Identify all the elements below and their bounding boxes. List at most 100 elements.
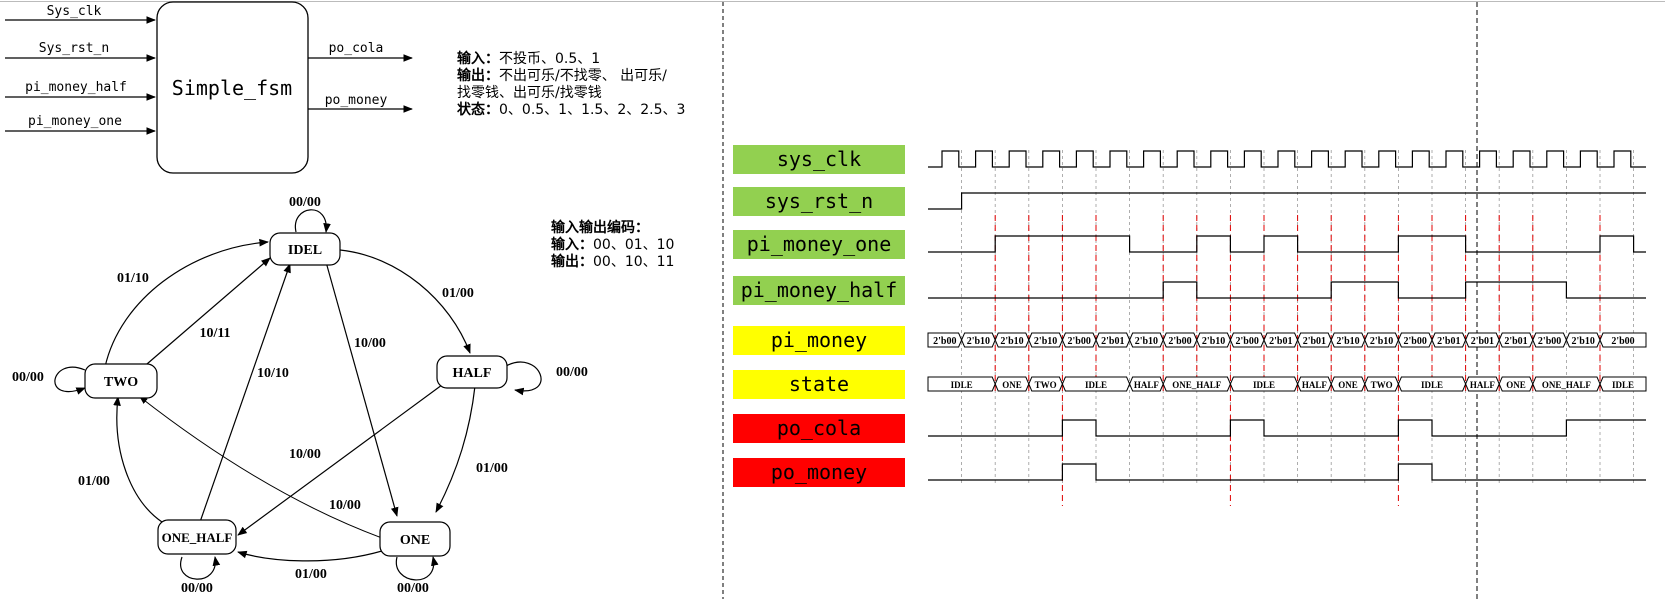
- bus-value-label: 2'b10: [967, 336, 990, 347]
- bus-value-label: 2'b01: [1471, 336, 1494, 347]
- bus-value-label: HALF: [1470, 380, 1496, 390]
- transition-one-half-to-two: [113, 396, 163, 523]
- bus-value-label: ONE_HALF: [1542, 380, 1592, 390]
- transition-label-one-half-idel: 10/10: [257, 366, 289, 381]
- state-label-two: TWO: [104, 375, 138, 390]
- spec-output-text-2: 找零钱、出可乐/找零钱: [457, 85, 602, 101]
- spec-input-text: 不投币、0.5、1: [499, 51, 601, 67]
- self-loop-idel: [294, 209, 331, 233]
- spec-state-text: 0、0.5、1、1.5、2、2.5、3: [499, 102, 686, 118]
- waveform-sys-clk: [928, 150, 1646, 168]
- bus-value-label: 2'b00: [1168, 336, 1191, 347]
- transition-label-one-half-one-half: 00/00: [181, 581, 213, 596]
- bus-value-label: ONE_HALF: [1172, 380, 1222, 390]
- bus-value-label: 2'b10: [1000, 336, 1023, 347]
- spec-output-label: 输出：: [457, 68, 499, 84]
- transition-label-idel-half: 01/00: [442, 286, 474, 301]
- signal-label-pi-money-half: pi_money_half: [741, 278, 898, 302]
- spec-notes: 输入：不投币、0.5、1 输出：不出可乐/不找零、 出可乐/ 找零钱、出可乐/找…: [457, 51, 685, 119]
- output-label-po-money: po_money: [325, 93, 388, 108]
- self-loop-two: [54, 366, 86, 395]
- transition-one-to-one-half: [237, 550, 383, 562]
- bus-value-label: ONE: [1002, 380, 1022, 390]
- input-label-sys-rst-n: Sys_rst_n: [39, 41, 109, 56]
- signal-label-po-cola: po_cola: [777, 416, 861, 440]
- bus-value-label: TWO: [1371, 380, 1393, 390]
- transition-label-two-idel-0110: 01/10: [117, 271, 149, 286]
- bus-value-label: ONE: [1506, 380, 1526, 390]
- transition-label-one-one-half: 01/00: [295, 567, 327, 582]
- bus-value-label: 2'b01: [1504, 336, 1527, 347]
- bus-value-label: 2'b01: [1269, 336, 1292, 347]
- bus-value-label: 2'b00: [1068, 336, 1091, 347]
- transition-idel-to-one: [325, 261, 399, 517]
- state-diagram: IDEL HALF ONE ONE_HALF TWO 00/00 01/00 1…: [12, 195, 588, 596]
- input-label-pi-money-half: pi_money_half: [25, 80, 127, 95]
- transition-label-half-half: 00/00: [556, 365, 588, 380]
- waveform-pi-money-one: [928, 235, 1646, 253]
- transition-label-idel-one: 10/00: [354, 336, 386, 351]
- self-loop-one: [395, 556, 439, 581]
- transition-one-to-two: [139, 396, 383, 539]
- transition-two-to-idel-0110: [104, 238, 269, 368]
- encoding-output-label: 输出：: [551, 254, 593, 270]
- input-label-pi-money-one: pi_money_one: [28, 114, 122, 129]
- spec-state-label: 状态：: [457, 102, 499, 118]
- state-label-half: HALF: [453, 366, 492, 381]
- transition-label-half-one-half: 10/00: [289, 447, 321, 462]
- transition-label-half-one: 01/00: [476, 461, 508, 476]
- bus-value-label: IDLE: [1612, 380, 1634, 390]
- bus-value-label: IDLE: [1253, 380, 1275, 390]
- bus-value-label: 2'b01: [1437, 336, 1460, 347]
- bus-value-label: 2'b10: [1572, 336, 1595, 347]
- bus-value-label: 2'b00: [1236, 336, 1259, 347]
- bus-value-label: HALF: [1302, 380, 1328, 390]
- signal-label-po-money: po_money: [771, 460, 867, 484]
- bus-value-label: 2'b00: [1538, 336, 1561, 347]
- spec-input-label: 输入：: [457, 51, 499, 67]
- transition-half-to-one: [435, 385, 476, 513]
- transition-label-one-half-two: 01/00: [78, 474, 110, 489]
- self-loop-half: [505, 361, 542, 396]
- encoding-input-label: 输入：: [551, 237, 593, 253]
- bus-value-label: IDLE: [951, 380, 973, 390]
- diagram-canvas: Simple_fsm Sys_clk Sys_rst_n pi_money_ha…: [0, 1, 1665, 599]
- transition-label-two-idel-1011: 10/11: [199, 326, 230, 341]
- bus-value-label: 2'b01: [1303, 336, 1326, 347]
- signal-label-sys-rst-n: sys_rst_n: [765, 189, 873, 213]
- transition-label-one-one: 00/00: [397, 581, 429, 596]
- fsm-block-name: Simple_fsm: [172, 76, 292, 100]
- bus-value-label: HALF: [1134, 380, 1160, 390]
- bus-value-label: IDLE: [1421, 380, 1443, 390]
- signal-label-pi-money-one: pi_money_one: [747, 232, 892, 256]
- signal-label-sys-clk: sys_clk: [777, 147, 861, 171]
- transition-two-to-idel-1011: [139, 257, 271, 371]
- output-label-po-cola: po_cola: [329, 41, 384, 56]
- transition-label-idel-idel: 00/00: [289, 195, 321, 210]
- state-label-one-half: ONE_HALF: [162, 530, 233, 545]
- transition-label-two-two: 00/00: [12, 370, 44, 385]
- bus-value-label: 2'b00: [1611, 336, 1634, 347]
- bus-value-label: 2'b10: [1370, 336, 1393, 347]
- signal-label-state: state: [789, 372, 849, 396]
- bus-value-label: 2'b00: [1404, 336, 1427, 347]
- transition-one-half-to-idel: [199, 263, 291, 523]
- bus-value-label: ONE: [1338, 380, 1358, 390]
- transition-label-one-two: 10/00: [329, 498, 361, 513]
- state-label-idel: IDEL: [288, 243, 322, 258]
- encoding-title: 输入输出编码：: [551, 220, 649, 236]
- bus-value-label: TWO: [1035, 380, 1057, 390]
- bus-value-label: 2'b00: [933, 336, 956, 347]
- bus-value-label: 2'b01: [1101, 336, 1124, 347]
- self-loop-one-half: [180, 556, 221, 580]
- input-label-sys-clk: Sys_clk: [47, 4, 102, 19]
- waveform-pi-money-half: [928, 281, 1646, 299]
- bus-value-label: 2'b10: [1135, 336, 1158, 347]
- state-label-one: ONE: [400, 533, 430, 548]
- spec-output-text: 不出可乐/不找零、 出可乐/: [499, 68, 667, 84]
- bus-value-label: IDLE: [1085, 380, 1107, 390]
- timing-diagram: sys_clk sys_rst_n pi_money_one pi_money_hal…: [733, 145, 1647, 506]
- encoding-input-text: 00、01、10: [593, 237, 675, 253]
- encoding-notes: 输入输出编码： 输入：00、01、10 输出：00、10、11: [551, 220, 674, 271]
- block-diagram: Simple_fsm Sys_clk Sys_rst_n pi_money_ha…: [5, 1, 413, 174]
